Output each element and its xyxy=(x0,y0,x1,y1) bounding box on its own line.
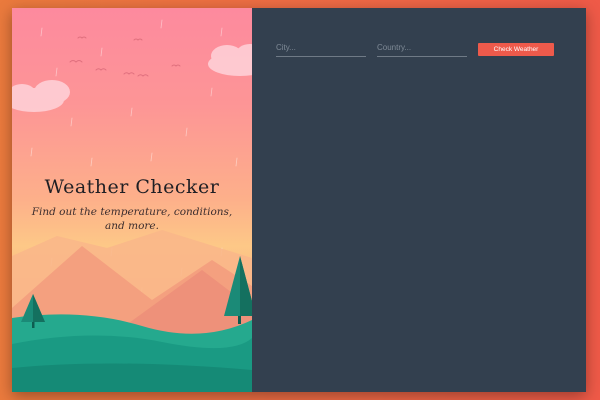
ground-dark xyxy=(12,363,252,392)
app-subtitle: Find out the temperature, conditions, an… xyxy=(31,206,233,232)
country-input[interactable] xyxy=(377,40,467,57)
weather-form: Check Weather xyxy=(276,40,554,57)
hero-panel: Weather Checker Find out the temperature… xyxy=(12,8,252,392)
app-title: Weather Checker xyxy=(44,176,220,198)
city-input[interactable] xyxy=(276,40,366,57)
app-card: Weather Checker Find out the temperature… xyxy=(12,8,586,392)
weather-form-panel: Check Weather xyxy=(252,8,586,392)
landscape-illustration xyxy=(12,19,252,392)
cloud-right xyxy=(208,44,252,76)
check-weather-button[interactable]: Check Weather xyxy=(478,43,554,56)
cloud-left xyxy=(12,80,70,112)
birds xyxy=(69,36,181,77)
